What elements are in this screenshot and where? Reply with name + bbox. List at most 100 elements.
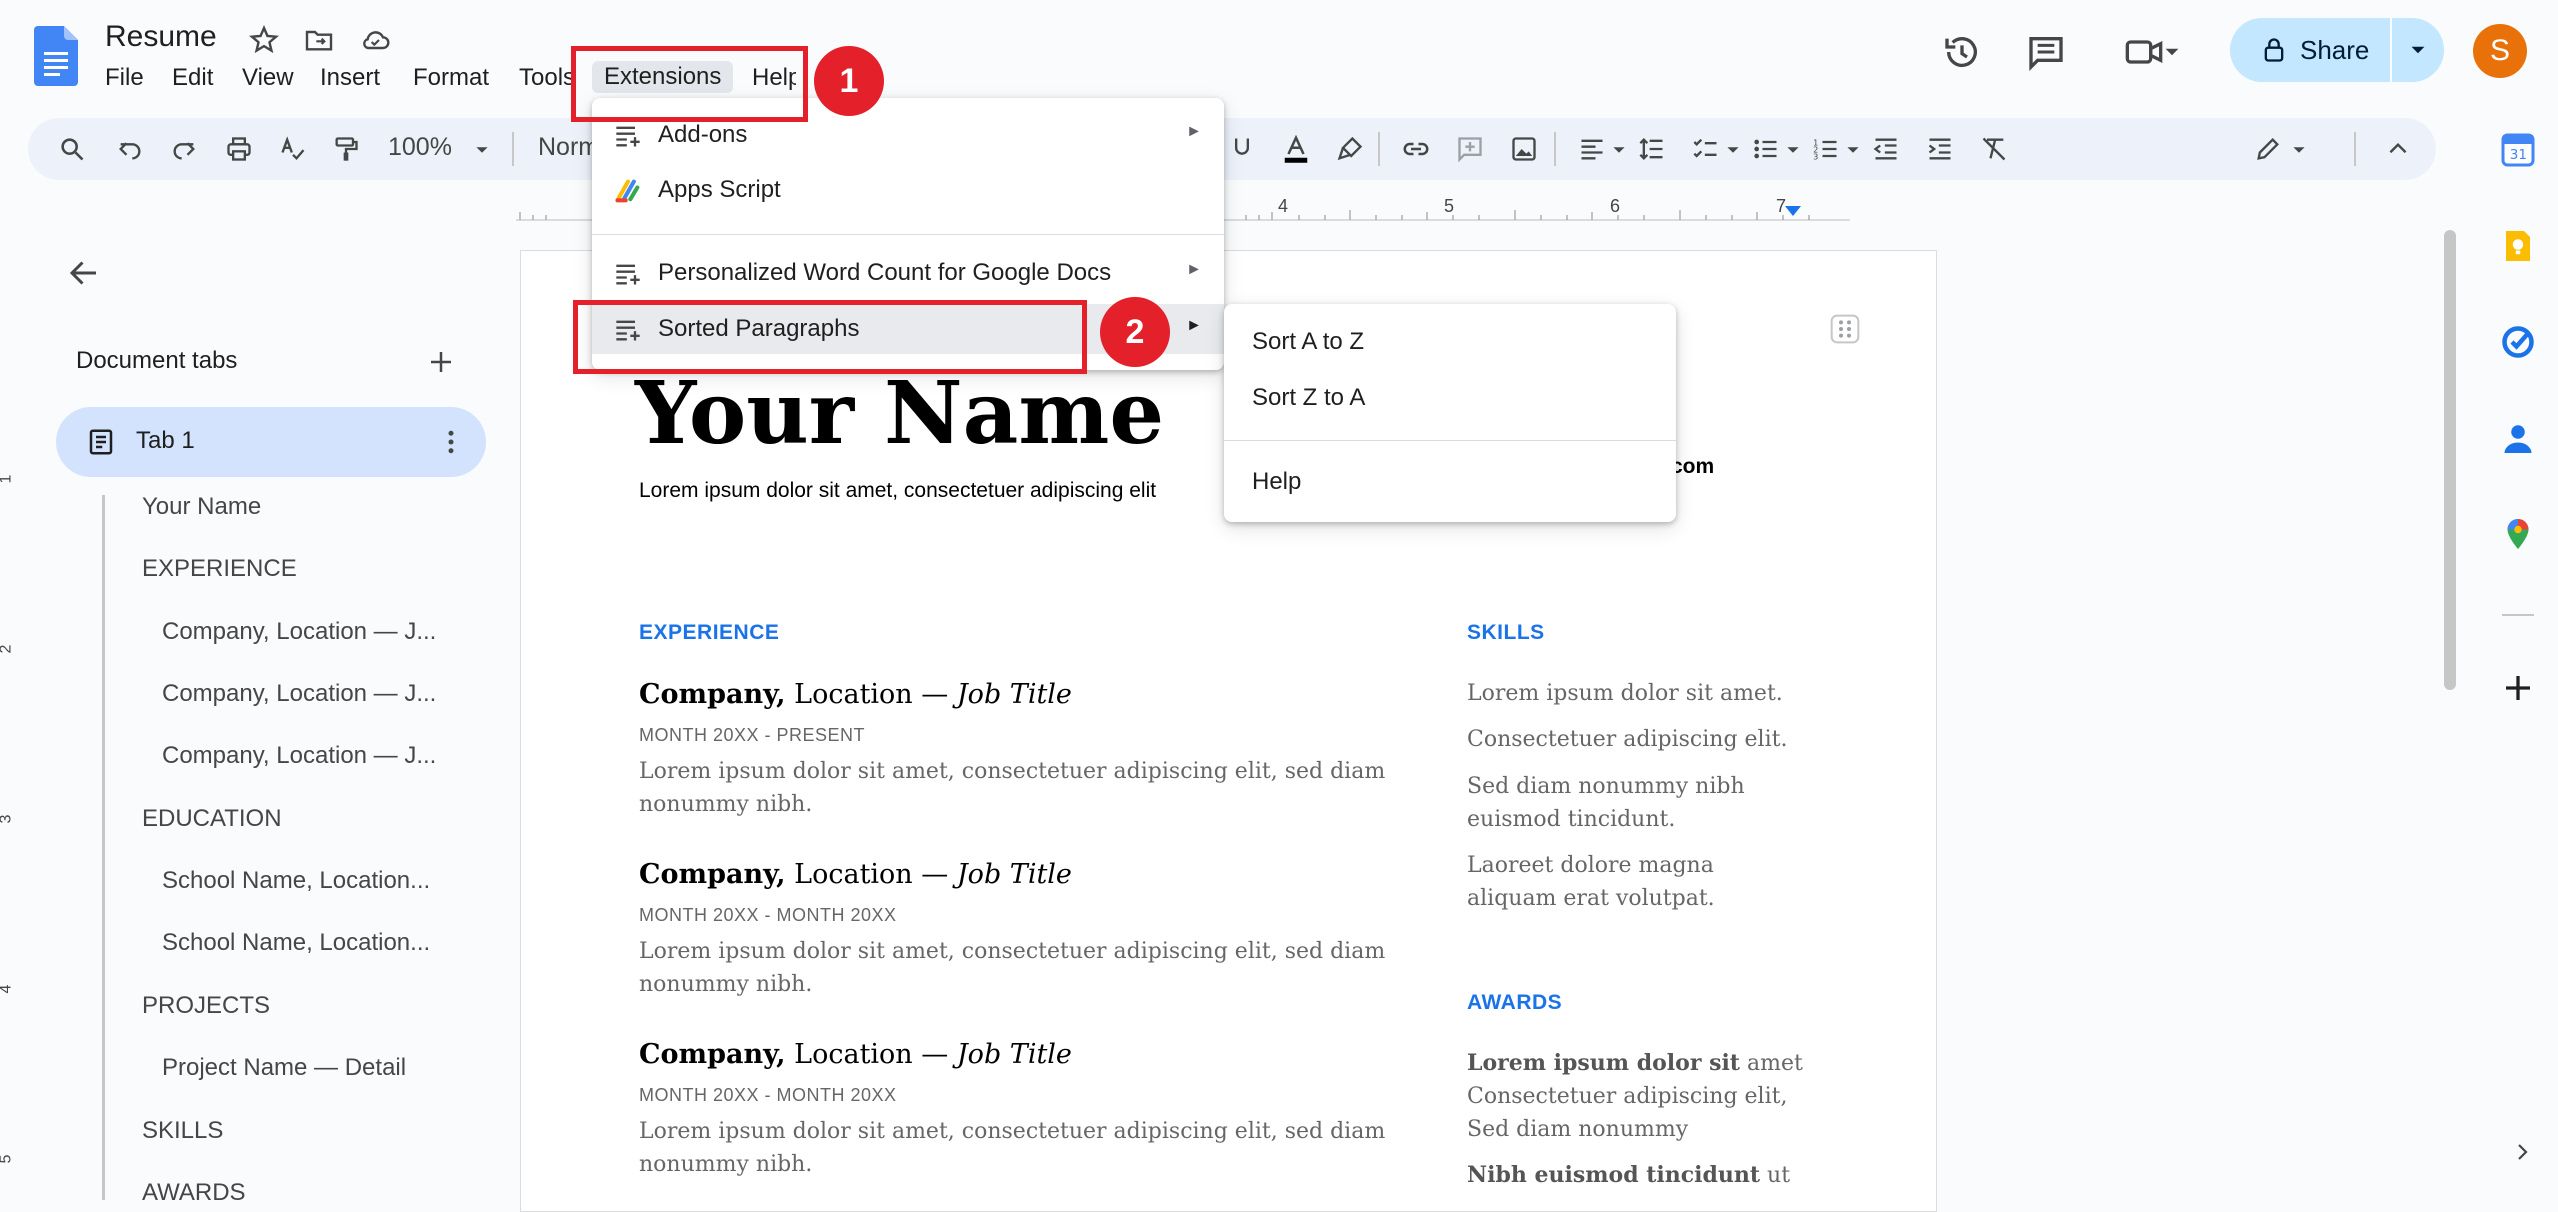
menu-item-sort-z-a[interactable]: Sort Z to A bbox=[1252, 384, 1365, 412]
style-select[interactable]: Norm bbox=[538, 133, 599, 162]
chevron-down-icon bbox=[476, 147, 488, 153]
more-vert-icon[interactable] bbox=[436, 427, 466, 457]
add-comment-icon[interactable] bbox=[1452, 131, 1488, 167]
menu-format[interactable]: Format bbox=[413, 64, 489, 92]
tab-item-1[interactable]: Tab 1 bbox=[56, 407, 486, 477]
search-menus-icon[interactable] bbox=[54, 131, 90, 167]
decrease-indent-icon[interactable] bbox=[1868, 131, 1904, 167]
tasks-icon[interactable] bbox=[2500, 324, 2536, 360]
outline-item[interactable]: Your Name bbox=[142, 493, 261, 521]
toolbar-divider bbox=[1378, 132, 1380, 166]
meet-icon[interactable] bbox=[2112, 28, 2192, 76]
underline-icon[interactable] bbox=[1224, 131, 1260, 167]
outline-item[interactable]: EXPERIENCE bbox=[142, 555, 297, 583]
increase-indent-icon[interactable] bbox=[1922, 131, 1958, 167]
ruler-number: 6 bbox=[1610, 196, 1621, 216]
step-badge-2: 2 bbox=[1100, 297, 1170, 367]
editing-mode-icon[interactable] bbox=[2250, 131, 2286, 167]
avatar[interactable]: S bbox=[2473, 24, 2527, 78]
outline-item[interactable]: Project Name — Detail bbox=[162, 1054, 406, 1082]
menu-tools[interactable]: Tools bbox=[519, 64, 575, 92]
numbered-list-icon[interactable]: 123 bbox=[1808, 131, 1844, 167]
share-button[interactable]: Share bbox=[2230, 18, 2444, 82]
outline-item[interactable]: Company, Location — J... bbox=[162, 618, 436, 646]
version-history-icon[interactable] bbox=[1938, 28, 1986, 76]
toolbar-divider bbox=[512, 132, 514, 166]
line-spacing-icon[interactable] bbox=[1634, 131, 1670, 167]
toolbar: 100% Norm 123 bbox=[28, 118, 2436, 180]
redo-icon[interactable] bbox=[166, 131, 202, 167]
align-icon[interactable] bbox=[1574, 131, 1610, 167]
job-title: Job Title bbox=[956, 1039, 1072, 1070]
outline-item[interactable]: School Name, Location... bbox=[162, 929, 430, 957]
chevron-down-icon bbox=[1847, 147, 1859, 153]
highlight-box-sorted-paragraphs bbox=[573, 300, 1087, 374]
drag-handle-icon[interactable] bbox=[1829, 313, 1861, 345]
tab-label: Tab 1 bbox=[136, 427, 195, 454]
insert-image-icon[interactable] bbox=[1506, 131, 1542, 167]
skill-item: Sed diam nonummy nibh bbox=[1467, 774, 1745, 799]
menu-item-help[interactable]: Help bbox=[1252, 468, 1301, 496]
star-icon[interactable] bbox=[248, 24, 280, 56]
menu-file[interactable]: File bbox=[105, 64, 144, 92]
document-tabs-heading: Document tabs bbox=[76, 347, 238, 374]
add-tab-icon[interactable] bbox=[426, 347, 456, 377]
menu-edit[interactable]: Edit bbox=[172, 64, 213, 92]
svg-text:31: 31 bbox=[2510, 147, 2527, 163]
highlight-box-extensions bbox=[571, 46, 808, 122]
rail-divider bbox=[2502, 614, 2534, 616]
keep-icon[interactable] bbox=[2500, 228, 2536, 264]
apps-script-icon bbox=[615, 179, 640, 203]
docs-logo-icon[interactable] bbox=[34, 26, 78, 86]
outline-item[interactable]: School Name, Location... bbox=[162, 867, 430, 895]
spellcheck-icon[interactable] bbox=[275, 131, 311, 167]
resume-name: Your Name bbox=[635, 363, 1165, 464]
checklist-icon[interactable] bbox=[1688, 131, 1724, 167]
menu-view[interactable]: View bbox=[242, 64, 294, 92]
undo-icon[interactable] bbox=[112, 131, 148, 167]
outline-item[interactable]: SKILLS bbox=[142, 1117, 223, 1145]
hide-menus-icon[interactable] bbox=[2380, 131, 2416, 167]
outline-item[interactable]: AWARDS bbox=[142, 1179, 246, 1207]
award-bold: Nibh euismod tincidunt bbox=[1467, 1162, 1761, 1188]
text-color-icon[interactable] bbox=[1278, 131, 1314, 167]
scrollbar-thumb[interactable] bbox=[2444, 230, 2456, 690]
menu-item-sort-a-z[interactable]: Sort A to Z bbox=[1252, 328, 1364, 356]
outline-item[interactable]: Company, Location — J... bbox=[162, 680, 436, 708]
sorted-paragraphs-submenu: Sort A to Z Sort Z to A Help bbox=[1224, 304, 1676, 522]
paint-format-icon[interactable] bbox=[328, 131, 364, 167]
award-text: amet bbox=[1739, 1051, 1803, 1076]
highlight-color-icon[interactable] bbox=[1332, 131, 1368, 167]
menu-item-apps-script[interactable]: Apps Script bbox=[592, 165, 1224, 215]
right-indent-marker[interactable] bbox=[1785, 206, 1801, 216]
get-addons-icon[interactable] bbox=[2500, 670, 2536, 706]
back-arrow-icon[interactable] bbox=[66, 255, 102, 291]
move-folder-icon[interactable] bbox=[303, 24, 335, 56]
cloud-saved-icon[interactable] bbox=[359, 24, 391, 56]
chevron-down-icon bbox=[2293, 147, 2305, 153]
clear-formatting-icon[interactable] bbox=[1976, 131, 2012, 167]
outline-item[interactable]: PROJECTS bbox=[142, 992, 270, 1020]
menu-item-word-count[interactable]: Personalized Word Count for Google Docs … bbox=[592, 248, 1224, 298]
award-line: Consectetuer adipiscing elit, bbox=[1467, 1084, 1788, 1109]
comments-icon[interactable] bbox=[2022, 28, 2070, 76]
document-title[interactable]: Resume bbox=[105, 20, 217, 54]
contacts-icon[interactable] bbox=[2500, 420, 2536, 456]
share-options-button[interactable] bbox=[2392, 42, 2444, 58]
insert-link-icon[interactable] bbox=[1398, 131, 1434, 167]
outline-item[interactable]: Company, Location — J... bbox=[162, 742, 436, 770]
print-icon[interactable] bbox=[221, 131, 257, 167]
ruler-number: 7 bbox=[1776, 196, 1787, 216]
ruler-number: 4 bbox=[1278, 196, 1289, 216]
ruler-number: 2 bbox=[0, 645, 15, 654]
maps-icon[interactable] bbox=[2500, 516, 2536, 552]
outline-item[interactable]: EDUCATION bbox=[142, 805, 282, 833]
toolbar-divider bbox=[2354, 132, 2356, 166]
calendar-icon[interactable]: 31 bbox=[2500, 132, 2536, 168]
menu-insert[interactable]: Insert bbox=[320, 64, 380, 92]
chevron-right-icon[interactable] bbox=[2510, 1140, 2534, 1164]
job-title: Job Title bbox=[956, 679, 1072, 710]
bulleted-list-icon[interactable] bbox=[1748, 131, 1784, 167]
award-line: Nibh euismod tincidunt ut bbox=[1467, 1159, 1790, 1192]
zoom-select[interactable]: 100% bbox=[388, 133, 452, 162]
